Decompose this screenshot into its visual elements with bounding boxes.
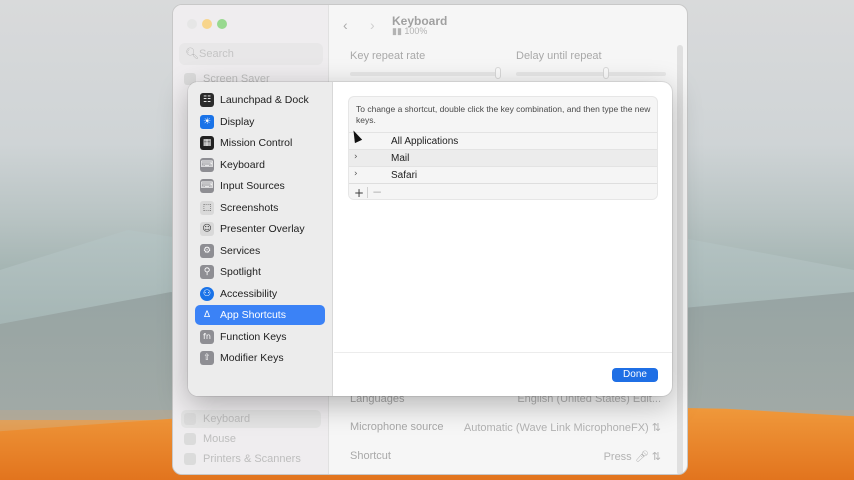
done-button[interactable]: Done <box>612 368 658 382</box>
app-row-safari[interactable]: › Safari <box>349 166 657 183</box>
modifier-keys-icon: ⇧ <box>200 351 214 365</box>
add-remove-bar: + − <box>349 183 657 199</box>
app-row-mail[interactable]: › Mail <box>349 149 657 166</box>
sidebar-item-launchpad-dock[interactable]: ☷ Launchpad & Dock <box>195 90 325 110</box>
keyboard-icon: ⌨ <box>200 157 214 172</box>
sidebar-item-display[interactable]: ☀ Display <box>195 112 325 132</box>
spotlight-search-icon: ⚲ <box>200 265 214 279</box>
presenter-overlay-icon: ☺ <box>200 222 214 236</box>
keyboard-shortcuts-sheet: ☷ Launchpad & Dock ☀ Display ▦ Mission C… <box>188 82 672 396</box>
sidebar-item-app-shortcuts[interactable]: ∆ App Shortcuts <box>195 305 325 325</box>
function-keys-icon: fn <box>200 329 214 344</box>
sidebar-item-keyboard[interactable]: ⌨ Keyboard <box>195 155 325 175</box>
remove-shortcut-button[interactable]: − <box>372 185 382 199</box>
services-gear-icon: ⚙ <box>200 243 214 258</box>
sidebar-item-accessibility[interactable]: ⚇ Accessibility <box>195 284 325 304</box>
screenshots-icon: ⬚ <box>200 200 214 215</box>
shortcut-hint: To change a shortcut, double click the k… <box>356 104 651 125</box>
divider <box>367 187 368 198</box>
shortcuts-content: To change a shortcut, double click the k… <box>334 82 672 396</box>
sidebar-item-function-keys[interactable]: fn Function Keys <box>195 327 325 347</box>
add-shortcut-button[interactable]: + <box>354 186 364 199</box>
chevron-right-icon[interactable]: › <box>354 152 358 162</box>
app-shortcuts-panel: To change a shortcut, double click the k… <box>348 96 658 200</box>
footer-divider <box>334 352 672 353</box>
input-sources-icon: ⌨ <box>200 179 214 193</box>
sidebar-item-presenter-overlay[interactable]: ☺ Presenter Overlay <box>195 219 325 239</box>
app-row-all-applications[interactable]: › All Applications <box>349 132 657 149</box>
mission-control-icon: ▦ <box>200 136 214 150</box>
sidebar-item-mission-control[interactable]: ▦ Mission Control <box>195 133 325 153</box>
sidebar-item-services[interactable]: ⚙ Services <box>195 241 325 261</box>
sidebar-item-spotlight[interactable]: ⚲ Spotlight <box>195 262 325 282</box>
shortcuts-sidebar: ☷ Launchpad & Dock ☀ Display ▦ Mission C… <box>188 82 333 396</box>
accessibility-icon: ⚇ <box>200 286 214 301</box>
sidebar-item-screenshots[interactable]: ⬚ Screenshots <box>195 198 325 218</box>
display-icon: ☀ <box>200 114 214 129</box>
sidebar-item-input-sources[interactable]: ⌨ Input Sources <box>195 176 325 196</box>
app-shortcuts-icon: ∆ <box>200 308 214 322</box>
sidebar-item-modifier-keys[interactable]: ⇧ Modifier Keys <box>195 348 325 368</box>
chevron-right-icon[interactable]: › <box>354 169 358 179</box>
launchpad-icon: ☷ <box>200 93 214 107</box>
